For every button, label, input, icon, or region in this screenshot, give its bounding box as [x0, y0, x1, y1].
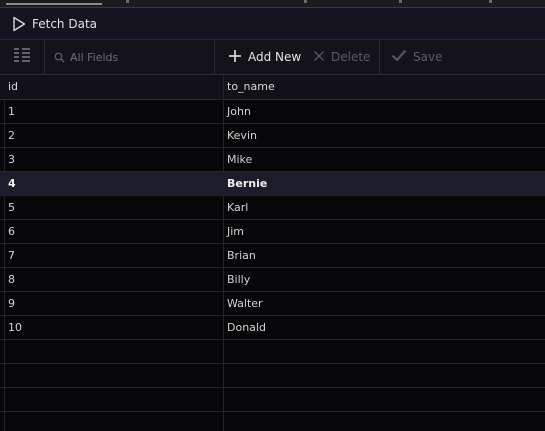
cell-id[interactable]: 8 [8, 268, 15, 291]
empty-row [0, 388, 545, 412]
cell-id[interactable]: 7 [8, 244, 15, 267]
data-grid: id to_name 1 John 2 Kevin 3 Mike 4 Berni… [0, 75, 545, 431]
cell-id[interactable]: 1 [8, 100, 15, 123]
close-icon [313, 50, 325, 65]
table-row[interactable]: 6 Jim [0, 220, 545, 244]
play-icon [12, 16, 26, 32]
tab-edge [304, 0, 307, 3]
tab-edge [126, 0, 129, 3]
active-tab-indicator[interactable] [6, 0, 102, 5]
cell-to-name[interactable]: John [227, 100, 251, 123]
cell-id[interactable]: 4 [8, 172, 16, 195]
add-new-button[interactable]: Add New [228, 40, 301, 74]
fetch-bar: Fetch Data [0, 8, 545, 40]
cell-to-name[interactable]: Billy [227, 268, 250, 291]
save-button[interactable]: Save [391, 40, 442, 74]
empty-row [0, 412, 545, 431]
grid-toolbar: Add New Delete Save [0, 40, 545, 75]
cell-id[interactable]: 5 [8, 196, 15, 219]
cell-to-name[interactable]: Brian [227, 244, 256, 267]
toolbar-divider [379, 40, 380, 74]
fetch-data-label: Fetch Data [32, 17, 98, 31]
table-row[interactable]: 2 Kevin [0, 124, 545, 148]
cell-to-name[interactable]: Mike [227, 148, 252, 171]
table-row-selected[interactable]: 4 Bernie [0, 172, 545, 196]
column-header-id[interactable]: id [8, 75, 18, 99]
add-new-label: Add New [248, 50, 302, 64]
cell-to-name[interactable]: Walter [227, 292, 263, 315]
grid-header: id to_name [0, 75, 545, 100]
table-row[interactable]: 7 Brian [0, 244, 545, 268]
fetch-data-button[interactable]: Fetch Data [12, 15, 97, 33]
empty-row [0, 340, 545, 364]
delete-button[interactable]: Delete [313, 40, 370, 74]
cell-id[interactable]: 6 [8, 220, 15, 243]
cell-id[interactable]: 3 [8, 148, 15, 171]
save-label: Save [413, 50, 443, 64]
columns-icon [13, 47, 31, 67]
search-icon [54, 48, 65, 67]
cell-id[interactable]: 9 [8, 292, 15, 315]
column-header-to-name[interactable]: to_name [227, 75, 275, 99]
grid-body: 1 John 2 Kevin 3 Mike 4 Bernie 5 Karl 6 … [0, 100, 545, 431]
search-input[interactable] [70, 50, 200, 64]
check-icon [391, 49, 407, 65]
cell-to-name[interactable]: Karl [227, 196, 248, 219]
delete-label: Delete [331, 50, 371, 64]
empty-row [0, 364, 545, 388]
table-row[interactable]: 10 Donald [0, 316, 545, 340]
table-row[interactable]: 5 Karl [0, 196, 545, 220]
table-row[interactable]: 8 Billy [0, 268, 545, 292]
search-box [45, 40, 215, 74]
cell-to-name[interactable]: Bernie [227, 172, 267, 195]
cell-id[interactable]: 10 [8, 316, 22, 339]
table-row[interactable]: 3 Mike [0, 148, 545, 172]
tab-edge [399, 0, 402, 3]
app-window: Fetch Data All Fields Add New Delete Sav… [0, 0, 545, 431]
tab-edge [489, 0, 492, 3]
cell-to-name[interactable]: Donald [227, 316, 266, 339]
column-chooser-button[interactable] [0, 40, 45, 74]
tab-strip [0, 0, 545, 8]
table-row[interactable]: 9 Walter [0, 292, 545, 316]
table-row[interactable]: 1 John [0, 100, 545, 124]
cell-to-name[interactable]: Jim [227, 220, 244, 243]
plus-icon [228, 49, 242, 66]
cell-id[interactable]: 2 [8, 124, 15, 147]
cell-to-name[interactable]: Kevin [227, 124, 257, 147]
